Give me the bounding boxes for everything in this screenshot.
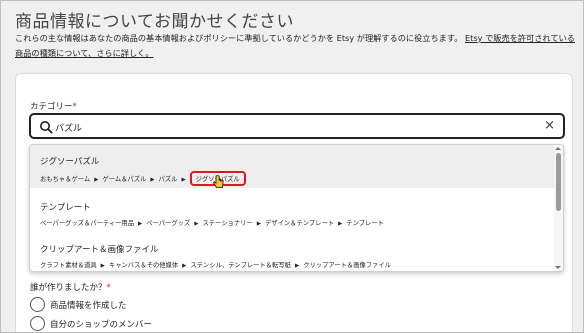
- search-icon: [40, 121, 53, 134]
- suggestion-option-template[interactable]: テンプレート ペーパーグッズ＆パーティー用品 ▶ ペーパーグッズ ▶ ステーショナリー ▶…: [30, 193, 554, 233]
- breadcrumb-item: クラフト素材＆道具: [40, 262, 97, 269]
- triangle-right-icon: ▶: [150, 177, 155, 183]
- category-label-text: カテゴリー: [30, 102, 73, 112]
- who-made-label: 誰が作りましたか？*: [30, 281, 111, 293]
- breadcrumb-item: デザイン＆テンプレート: [264, 220, 335, 227]
- triangle-right-icon: ▶: [138, 221, 143, 227]
- breadcrumb-item: ゲーム＆パズル: [102, 176, 147, 183]
- radio-label: 商品情報を作成した: [50, 301, 127, 311]
- suggestion-title: クリップアート＆画像ファイル: [40, 245, 159, 255]
- suggestion-breadcrumb: おもちゃ＆ゲーム▶ゲーム＆パズル▶パズル▶ジグソーパズル: [40, 171, 554, 188]
- scrollbar-thumb[interactable]: [556, 153, 561, 211]
- suggestion-option-clipart[interactable]: クリップアート＆画像ファイル クラフト素材＆道具 ▶ キャンバス＆その他媒体 ▶ ステン…: [30, 237, 554, 271]
- pointer-hand-icon: [212, 175, 224, 188]
- breadcrumb-item: ペーパーグッズ＆パーティー用品: [40, 220, 135, 227]
- intro-text-block: これらの主な情報はあなたの商品の基本情報およびポリシーに準拠しているかどうかを …: [15, 31, 575, 61]
- breadcrumb-item: クリップアート＆画像ファイル: [303, 262, 391, 269]
- scroll-up-arrow-icon[interactable]: [555, 147, 561, 150]
- radio-button[interactable]: [30, 297, 45, 312]
- suggestion-breadcrumb: ペーパーグッズ＆パーティー用品 ▶ ペーパーグッズ ▶ ステーショナリー ▶ デザイン＆テン…: [40, 218, 554, 227]
- page-frame: 商品情報についてお聞かせください これらの主な情報はあなたの商品の基本情報および…: [0, 0, 584, 333]
- breadcrumb-item: キャンバス＆その他媒体: [108, 262, 179, 269]
- triangle-right-icon: ▶: [194, 221, 199, 227]
- suggestion-breadcrumb: クラフト素材＆道具 ▶ キャンバス＆その他媒体 ▶ ステンシル、テンプレート＆転写紙 ▶ ク…: [40, 260, 554, 269]
- close-icon[interactable]: ×: [544, 117, 555, 135]
- triangle-right-icon: ▶: [256, 221, 261, 227]
- triangle-right-icon: ▶: [182, 263, 187, 269]
- triangle-right-icon: ▶: [294, 263, 300, 269]
- who-made-label-text: 誰が作りましたか？: [30, 283, 107, 293]
- breadcrumb-item: ステンシル、テンプレート＆転写紙: [190, 262, 291, 269]
- triangle-right-icon: ▶: [338, 221, 343, 227]
- breadcrumb-item: おもちゃ＆ゲーム: [40, 176, 91, 183]
- highlighted-breadcrumb: ジグソーパズル: [189, 171, 246, 188]
- category-search-input[interactable]: [55, 118, 525, 136]
- scroll-down-arrow-icon[interactable]: [555, 266, 561, 269]
- suggestion-option-jigsaw-puzzle[interactable]: ジグソーパズル おもちゃ＆ゲーム▶ゲーム＆パズル▶パズル▶ジグソーパズル: [30, 145, 554, 188]
- required-mark: *: [72, 102, 77, 112]
- triangle-right-icon: ▶: [100, 263, 105, 269]
- dropdown-scrollbar[interactable]: [554, 145, 563, 271]
- triangle-right-icon: ▶: [94, 177, 99, 183]
- suggestion-title: テンプレート: [40, 203, 91, 213]
- intro-text: これらの主な情報はあなたの商品の基本情報およびポリシーに準拠しているかどうかを …: [15, 33, 463, 43]
- page-title: 商品情報についてお聞かせください: [15, 12, 294, 32]
- category-label: カテゴリー*: [30, 100, 77, 112]
- suggestion-title: ジグソーパズル: [40, 157, 100, 167]
- required-mark: *: [106, 283, 111, 293]
- breadcrumb-item: ステーショナリー: [202, 220, 253, 227]
- category-suggestions-dropdown: ジグソーパズル おもちゃ＆ゲーム▶ゲーム＆パズル▶パズル▶ジグソーパズル テンプ…: [29, 144, 564, 272]
- breadcrumb-item: テンプレート: [346, 220, 384, 227]
- triangle-right-icon: ▶: [181, 177, 186, 183]
- category-search-box[interactable]: ×: [29, 113, 565, 139]
- radio-button[interactable]: [30, 316, 45, 331]
- breadcrumb-item: パズル: [158, 176, 178, 183]
- radio-label: 自分のショップのメンバー: [50, 320, 153, 330]
- breadcrumb-item: ペーパーグッズ: [146, 220, 191, 227]
